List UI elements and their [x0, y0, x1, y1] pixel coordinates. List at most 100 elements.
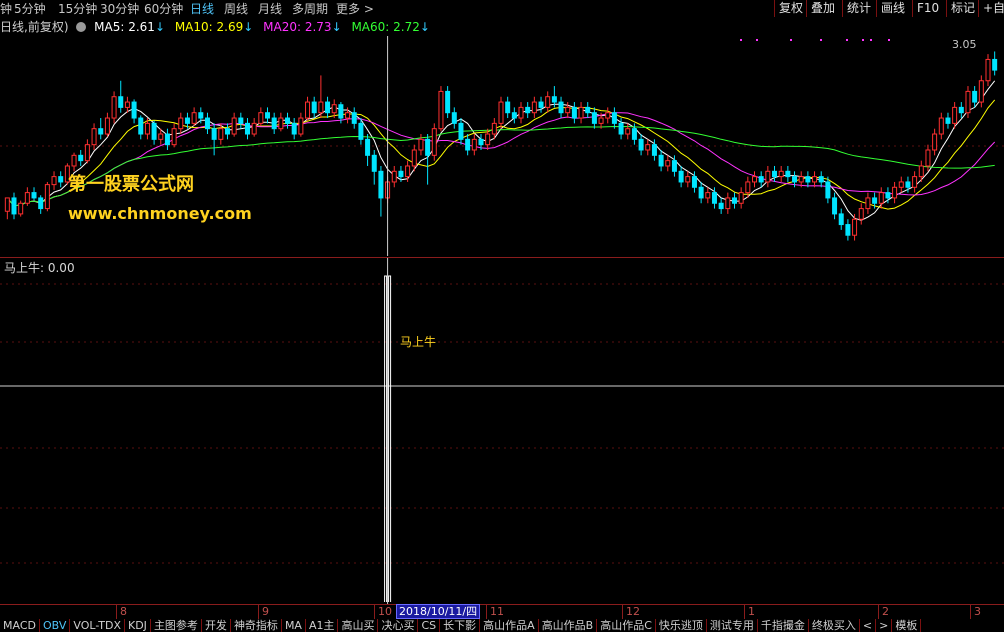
candle-body — [925, 149, 931, 167]
candle-body — [285, 117, 291, 124]
candle — [511, 107, 517, 124]
price-high-label: 3.05 — [952, 38, 977, 51]
period-toolbar: 钟 5分钟 15分钟 30分钟 60分钟 日线 周线 月线 多周期 更多 > 复… — [0, 0, 1004, 18]
indicator-tab[interactable]: 模板 — [892, 619, 922, 632]
candle — [745, 176, 751, 198]
candle-body — [211, 128, 217, 140]
indicator-tab[interactable]: < — [860, 619, 877, 632]
candle-body — [431, 128, 437, 156]
indicator-tab[interactable]: 千指撮金 — [758, 619, 809, 632]
indicator-tab[interactable]: 高山作品A — [480, 619, 539, 632]
candle-body — [932, 133, 938, 151]
candle — [124, 96, 130, 113]
candle-body — [531, 101, 537, 114]
candle-body — [98, 128, 104, 135]
candle-body — [865, 197, 871, 210]
candle-body — [198, 112, 204, 119]
period-tab-5min[interactable]: 5分钟 — [14, 1, 46, 17]
period-tab-more[interactable]: 更多 > — [336, 1, 374, 17]
candle-body — [938, 117, 944, 135]
candle — [4, 197, 10, 220]
signal-dot — [846, 39, 848, 41]
candle — [438, 86, 444, 132]
indicator-tab[interactable]: 快乐逃顶 — [656, 619, 707, 632]
ma20-value: MA20: 2.73 — [263, 20, 332, 34]
candle-body — [458, 122, 464, 140]
indicator-tab[interactable]: CS — [418, 619, 441, 632]
indicator-tab[interactable]: MA — [282, 619, 306, 632]
down-arrow-icon: ↓ — [331, 20, 342, 34]
candle-body — [224, 128, 230, 135]
candle — [298, 112, 304, 137]
candle-body — [538, 101, 544, 108]
indicator-tab[interactable]: 高山作品B — [539, 619, 598, 632]
indicator-tab[interactable]: 测试专用 — [707, 619, 758, 632]
candle-body — [551, 96, 557, 103]
indicator-tab[interactable]: 高山作品C — [597, 619, 656, 632]
candle — [812, 171, 818, 188]
indicator-tab[interactable]: KDJ — [125, 619, 151, 632]
indicator-tab[interactable]: 终极买入 — [809, 619, 860, 632]
signal-dot — [888, 39, 890, 41]
date-tick: 12 — [622, 605, 640, 619]
indicator-tab[interactable]: VOL-TDX — [70, 619, 125, 632]
period-tab-minute[interactable]: 钟 — [0, 1, 12, 17]
indicator-tab[interactable]: 神奇指标 — [231, 619, 282, 632]
candle — [285, 112, 291, 129]
add-custom-button[interactable]: +自 — [978, 0, 1004, 17]
down-arrow-icon: ↓ — [419, 20, 430, 34]
candle-body — [365, 138, 371, 156]
period-tab-monthly[interactable]: 月线 — [258, 1, 282, 17]
period-tab-60min[interactable]: 60分钟 — [144, 1, 183, 17]
candle — [518, 102, 524, 124]
candle — [738, 187, 744, 209]
candle — [531, 96, 537, 119]
candle-body — [838, 213, 844, 226]
candlestick-chart[interactable] — [0, 36, 1004, 256]
settings-gear-icon[interactable] — [76, 22, 87, 32]
indicator-tab[interactable]: MACD — [0, 619, 40, 632]
indicator-tab[interactable]: > — [876, 619, 893, 632]
indicator-tab[interactable]: OBV — [40, 619, 71, 632]
statistics-button[interactable]: 统计 — [842, 0, 875, 17]
period-tab-weekly[interactable]: 周线 — [224, 1, 248, 17]
candle-body — [565, 106, 571, 114]
candle — [371, 149, 377, 185]
indicator-tab[interactable]: 长下影 — [440, 619, 481, 632]
candle-body — [578, 106, 584, 119]
candle-body — [244, 122, 250, 135]
period-tab-multi[interactable]: 多周期 — [292, 1, 328, 17]
candle-body — [758, 176, 764, 183]
draw-line-button[interactable]: 画线 — [876, 0, 909, 17]
candle-body — [631, 128, 637, 140]
indicator-tab[interactable]: 主图参考 — [151, 619, 202, 632]
candle — [731, 192, 737, 209]
indicator-tab[interactable]: 开发 — [202, 619, 231, 632]
period-tab-15min[interactable]: 15分钟 — [58, 1, 97, 17]
date-tick: 2 — [878, 605, 889, 619]
overlay-button[interactable]: 叠加 — [806, 0, 839, 17]
candle — [785, 165, 791, 182]
candle-body — [84, 144, 90, 162]
rights-adjust-button[interactable]: 复权 — [774, 0, 807, 17]
candle — [131, 99, 137, 124]
indicator-tab[interactable]: 高山买 — [338, 619, 379, 632]
candle-body — [251, 122, 257, 135]
candle — [778, 165, 784, 182]
candle — [718, 197, 724, 214]
period-tab-daily[interactable]: 日线 — [190, 1, 214, 17]
f10-button[interactable]: F10 — [912, 0, 943, 17]
candle — [471, 134, 477, 156]
candle-body — [91, 128, 97, 146]
candle — [84, 139, 90, 164]
candle — [665, 155, 671, 172]
period-tab-30min[interactable]: 30分钟 — [100, 1, 139, 17]
indicator-tab[interactable]: A1主 — [306, 619, 339, 632]
candle-body — [338, 104, 344, 119]
indicator-chart[interactable] — [0, 258, 1004, 604]
candle — [625, 123, 631, 140]
indicator-tab[interactable]: 决心买 — [378, 619, 419, 632]
candle — [265, 107, 271, 124]
mark-button[interactable]: 标记 — [946, 0, 979, 17]
candle-body — [725, 197, 731, 210]
